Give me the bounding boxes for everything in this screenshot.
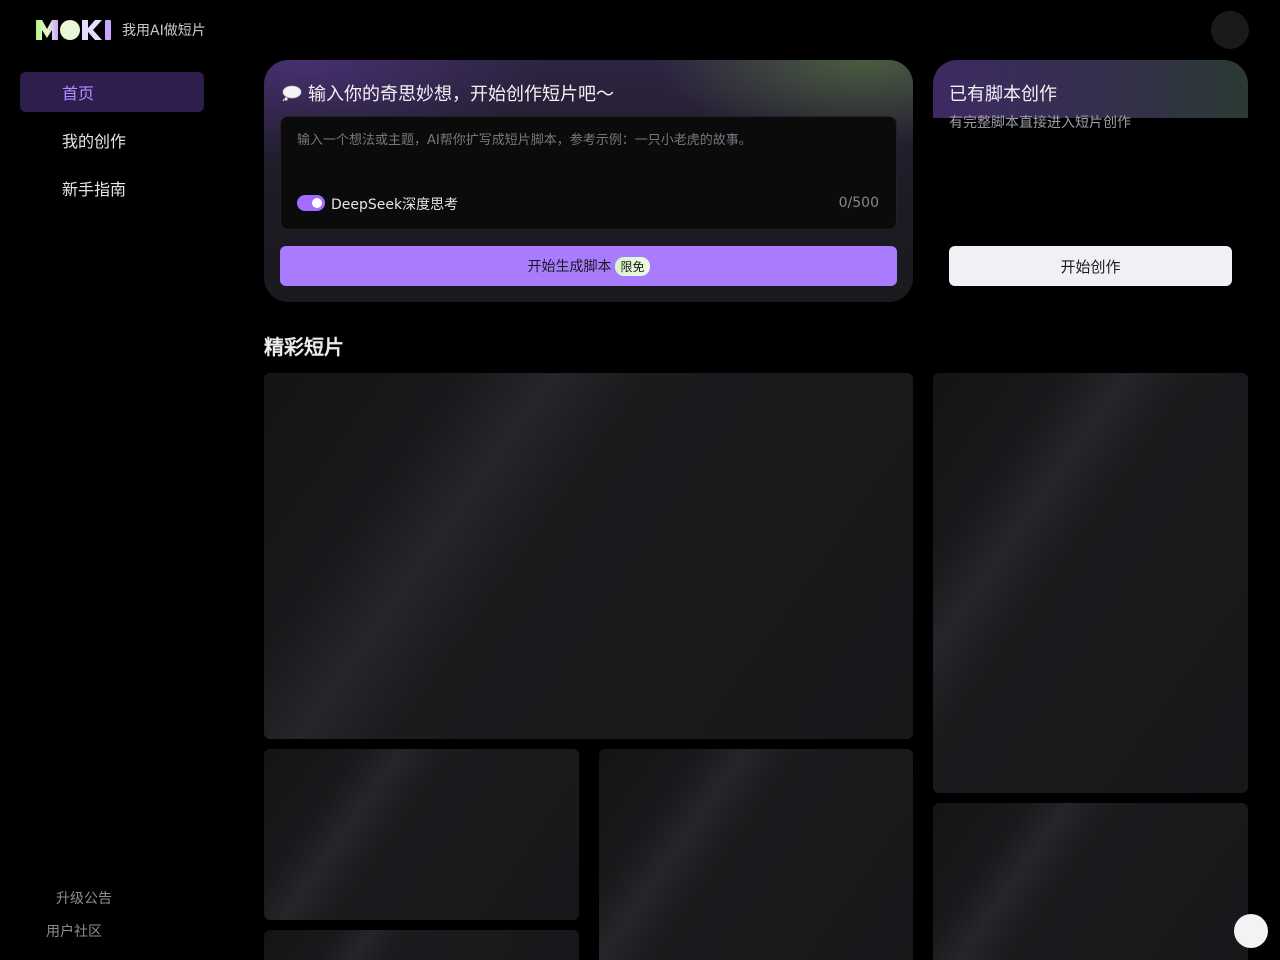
idea-input[interactable] — [297, 129, 877, 169]
user-community-link[interactable]: 用户社区 — [46, 921, 102, 941]
free-badge: 限免 — [615, 256, 650, 276]
start-creating-button[interactable]: 开始创作 — [949, 246, 1232, 286]
video-tile[interactable] — [933, 803, 1248, 960]
char-count: 0/500 — [838, 195, 879, 211]
script-card-title: 已有脚本创作 — [949, 84, 1057, 105]
toggle-knob — [312, 198, 322, 208]
logo-tagline: 我用AI做短片 — [122, 23, 206, 39]
script-card: 已有脚本创作 有完整脚本直接进入短片创作 开始创作 — [933, 60, 1248, 302]
video-tile[interactable] — [264, 373, 913, 739]
sidebar-nav: 首页 我的创作 新手指南 — [20, 72, 204, 216]
sidebar-item-guide[interactable]: 新手指南 — [20, 168, 204, 208]
thought-bubble-icon — [282, 85, 302, 101]
video-tile[interactable] — [264, 930, 579, 960]
generate-script-label: 开始生成脚本 — [527, 259, 612, 275]
moki-logo-icon — [36, 19, 112, 41]
gallery-title: 精彩短片 — [264, 335, 344, 359]
user-avatar[interactable] — [1211, 11, 1249, 49]
video-tile[interactable] — [599, 749, 913, 960]
video-tile[interactable] — [933, 373, 1248, 793]
video-tile[interactable] — [264, 749, 579, 920]
upgrade-notice-link[interactable]: 升级公告 — [56, 888, 112, 908]
idea-card: 输入你的奇思妙想，开始创作短片吧～ DeepSeek深度思考 0/500 开始生… — [264, 60, 913, 302]
deepseek-toggle-label: DeepSeek深度思考 — [331, 197, 459, 213]
app-root: 我用AI做短片 首页 我的创作 新手指南 升级公告 用户社区 输入你的奇思妙想，… — [0, 0, 1280, 960]
floating-help-button[interactable] — [1234, 914, 1268, 948]
logo[interactable]: 我用AI做短片 — [36, 19, 206, 41]
idea-input-box: DeepSeek深度思考 0/500 — [280, 116, 897, 230]
script-card-subtitle: 有完整脚本直接进入短片创作 — [949, 115, 1131, 131]
sidebar-item-my-creations[interactable]: 我的创作 — [20, 120, 204, 160]
idea-card-title-text: 输入你的奇思妙想，开始创作短片吧～ — [308, 84, 614, 105]
generate-script-button[interactable]: 开始生成脚本 限免 — [280, 246, 897, 286]
sidebar-item-home[interactable]: 首页 — [20, 72, 204, 112]
idea-card-title: 输入你的奇思妙想，开始创作短片吧～ — [282, 80, 614, 106]
deepseek-toggle[interactable] — [297, 195, 325, 211]
